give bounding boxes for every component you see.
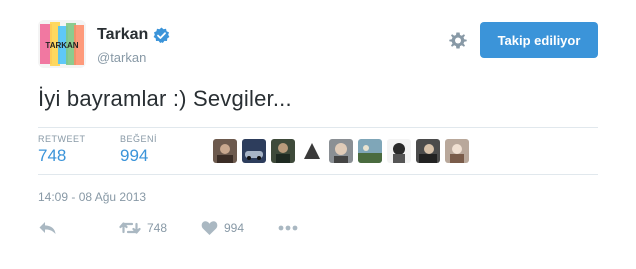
like-action-count: 994 xyxy=(224,221,245,235)
liker-avatar-8[interactable] xyxy=(416,139,440,163)
retweet-action-count: 748 xyxy=(147,221,168,235)
like-stat[interactable]: BEĞENİ 994 xyxy=(120,134,157,166)
retweet-icon xyxy=(119,222,141,234)
liker-avatar-9[interactable] xyxy=(445,139,469,163)
like-button[interactable]: 994 xyxy=(201,220,244,236)
user-name-text[interactable]: Tarkan xyxy=(97,26,148,44)
retweet-button[interactable]: 748 xyxy=(119,220,167,236)
liker-avatar-4[interactable] xyxy=(300,139,324,163)
retweet-stat-label: RETWEET xyxy=(38,134,86,144)
tweet-timestamp[interactable]: 14:09 - 08 Ağu 2013 xyxy=(38,190,146,204)
liker-avatar-5[interactable] xyxy=(329,139,353,163)
liker-avatar-1[interactable] xyxy=(213,139,237,163)
profile-avatar[interactable]: TARKAN xyxy=(38,20,86,68)
divider-bottom xyxy=(38,174,598,175)
verified-badge-icon xyxy=(153,27,170,44)
more-icon xyxy=(278,225,298,231)
following-button[interactable]: Takip ediliyor xyxy=(480,22,598,58)
more-button[interactable] xyxy=(278,222,298,234)
liker-avatar-3[interactable] xyxy=(271,139,295,163)
avatar-logo-text: TARKAN xyxy=(45,41,78,50)
user-name[interactable]: Tarkan xyxy=(97,26,170,44)
like-stat-label: BEĞENİ xyxy=(120,134,158,144)
reply-icon xyxy=(39,222,56,234)
user-handle[interactable]: @tarkan xyxy=(97,50,146,65)
like-stat-count[interactable]: 994 xyxy=(120,146,157,166)
divider-top xyxy=(38,127,598,128)
retweet-stat[interactable]: RETWEET 748 xyxy=(38,134,86,166)
tweet-text: İyi bayramlar :) Sevgiler... xyxy=(38,86,292,111)
heart-icon xyxy=(201,221,218,235)
liker-avatar-2[interactable] xyxy=(242,139,266,163)
liker-avatar-7[interactable] xyxy=(387,139,411,163)
reply-button[interactable] xyxy=(38,220,57,236)
retweet-stat-count[interactable]: 748 xyxy=(38,146,86,166)
gear-icon[interactable] xyxy=(448,31,468,51)
liker-avatar-6[interactable] xyxy=(358,139,382,163)
liker-avatars xyxy=(213,139,469,163)
